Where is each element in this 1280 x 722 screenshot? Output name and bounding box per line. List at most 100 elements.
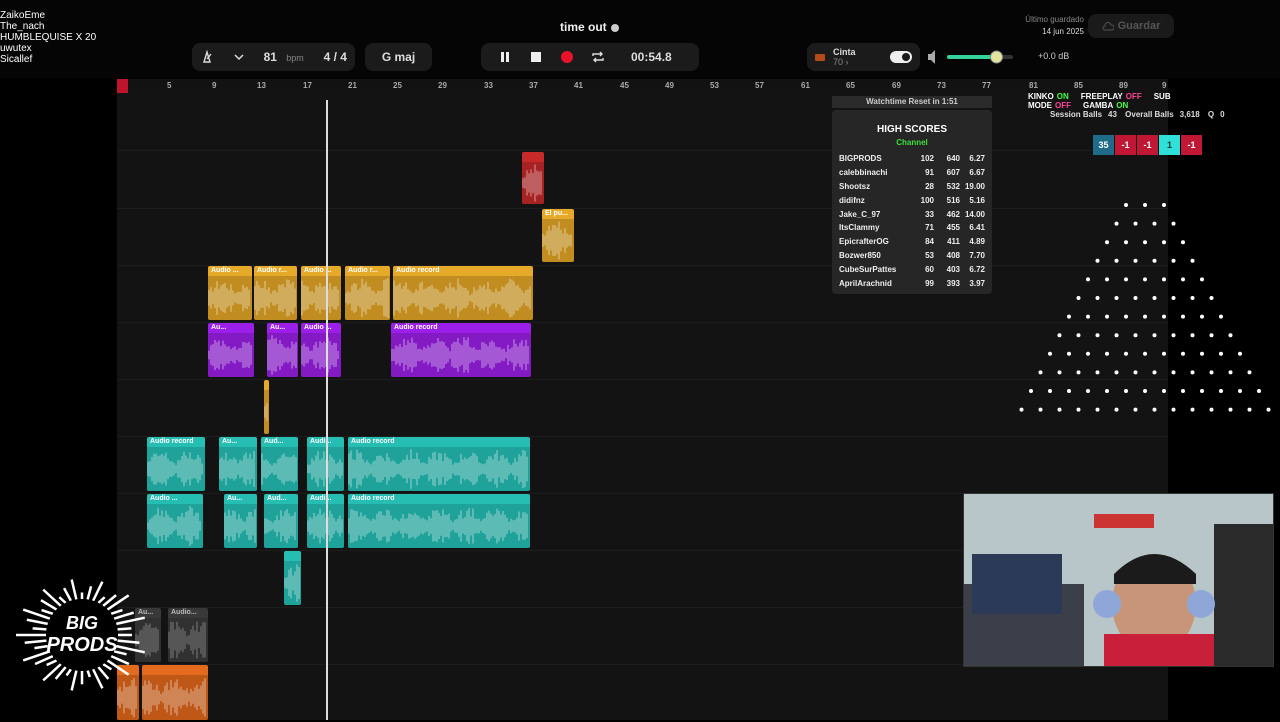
audio-clip[interactable]: Audio ... <box>147 494 203 548</box>
plinko-peg <box>1105 314 1109 319</box>
plinko-peg <box>1143 240 1147 245</box>
plinko-peg <box>1086 314 1090 319</box>
score-cell: BIGPRODS <box>839 154 882 164</box>
tape-value[interactable]: 70 › <box>833 57 856 67</box>
audio-clip[interactable] <box>264 380 269 434</box>
plinko-peg <box>1095 370 1100 375</box>
audio-clip[interactable]: Audio r... <box>254 266 297 320</box>
song-title-text: time out <box>560 20 607 34</box>
song-title[interactable]: time out <box>560 20 619 34</box>
audio-clip[interactable]: Au... <box>208 323 254 377</box>
clip-label: Au... <box>227 495 243 502</box>
score-row: AprilArachnid 99 393 3.97 <box>839 276 985 290</box>
audio-clip[interactable] <box>284 551 301 605</box>
plinko-peg <box>1038 407 1043 412</box>
time-signature[interactable]: 4 / 4 <box>324 50 347 64</box>
timeline-ruler[interactable]: 1591317212529333741454953576165697377818… <box>117 79 1168 93</box>
waveform <box>301 276 341 320</box>
stop-button[interactable] <box>520 43 551 71</box>
bar-number: 77 <box>982 81 991 90</box>
score-cell: calebbinachi <box>839 168 888 178</box>
audio-clip[interactable]: El pu... <box>542 209 574 262</box>
waveform <box>348 504 530 548</box>
score-cell: ItsClammy <box>839 223 880 233</box>
plinko-peg <box>1143 351 1147 356</box>
audio-clip[interactable]: Audio ... <box>301 323 341 377</box>
bucket-cell: 1 <box>1159 135 1180 155</box>
score-cell: 393 <box>946 278 960 288</box>
waveform <box>219 447 257 491</box>
audio-clip[interactable]: Audio record <box>393 266 533 320</box>
score-cell: 33 <box>925 209 934 219</box>
viewer-name: ZaikoEme <box>0 10 46 21</box>
audio-clip[interactable]: Audio record <box>348 437 530 491</box>
plinko-peg <box>1162 351 1166 356</box>
playhead[interactable] <box>326 100 328 720</box>
score-cell: 403 <box>946 264 960 274</box>
audio-clip[interactable]: Aud... <box>261 437 298 491</box>
record-button[interactable] <box>551 43 582 71</box>
loop-icon <box>591 51 604 63</box>
metronome-icon[interactable] <box>200 50 214 64</box>
bar-number: 53 <box>710 81 719 90</box>
audio-clip[interactable]: Au... <box>219 437 257 491</box>
loop-button[interactable] <box>582 43 613 71</box>
audio-clip[interactable]: Au... <box>267 323 298 377</box>
bar-number: 69 <box>892 81 901 90</box>
plinko-peg <box>1038 370 1043 375</box>
chevron-down-icon[interactable] <box>234 53 244 61</box>
clip-label: Audi... <box>310 495 332 502</box>
plinko-peg <box>1171 221 1176 226</box>
track-lane[interactable] <box>117 664 1168 722</box>
clip-label: Aud... <box>264 438 284 445</box>
loop-start-marker[interactable] <box>117 79 128 93</box>
score-cell: Shootsz <box>839 181 871 191</box>
plinko-peg <box>1105 351 1109 356</box>
waveform <box>345 276 390 320</box>
audio-clip[interactable]: Audio record <box>147 437 205 491</box>
key-selector[interactable]: G maj <box>365 43 432 71</box>
toggle-name: KINKO <box>1028 92 1054 101</box>
plinko-peg <box>1190 407 1195 412</box>
plinko-peg <box>1171 296 1176 300</box>
big-prods-logo: BIG PRODS <box>16 579 146 691</box>
audio-clip[interactable]: Au... <box>224 494 257 548</box>
cloud-upload-icon <box>1102 21 1114 31</box>
pause-button[interactable] <box>489 43 520 71</box>
audio-clip[interactable]: Audio ... <box>301 266 341 320</box>
audio-clip[interactable]: Audio record <box>348 494 530 548</box>
clip-label: Au... <box>211 324 227 331</box>
stop-icon <box>530 52 541 62</box>
plinko-peg <box>1209 296 1214 300</box>
audio-clip[interactable]: Audio record <box>391 323 531 377</box>
save-button[interactable]: Guardar <box>1088 14 1174 38</box>
audio-clip[interactable] <box>522 152 544 204</box>
plinko-peg <box>1076 333 1081 338</box>
bar-number: 9 <box>212 81 217 90</box>
audio-clip[interactable]: Audio r... <box>345 266 390 320</box>
bar-number: 41 <box>574 81 583 90</box>
plinko-peg <box>1181 314 1185 319</box>
clip-label: Audio ... <box>150 495 178 502</box>
audio-clip[interactable]: Aud... <box>264 494 298 548</box>
session-balls-label: Session Balls <box>1050 110 1103 119</box>
tape-toggle[interactable] <box>890 51 912 63</box>
plinko-peg <box>1048 351 1052 356</box>
plinko-peg <box>1105 277 1109 282</box>
plinko-peg <box>1266 407 1271 412</box>
audio-clip[interactable]: Audio ... <box>208 266 252 320</box>
audio-clip[interactable]: Audio... <box>168 608 208 662</box>
bar-number: 13 <box>257 81 266 90</box>
waveform <box>224 504 257 548</box>
plinko-peg <box>1181 277 1185 282</box>
plinko-peg <box>1114 407 1119 412</box>
score-row: CubeSurPattes 60 403 6.72 <box>839 262 985 276</box>
bar-number: 89 <box>1119 81 1128 90</box>
mode-toggle: GAMBA ON <box>1083 101 1134 110</box>
mode-toggle: FREEPLAY OFF <box>1081 92 1148 101</box>
plinko-peg <box>1086 389 1090 393</box>
volume-slider-knob <box>990 50 1003 64</box>
clip-label: Audio ... <box>211 267 239 274</box>
plinko-peg <box>1152 333 1157 338</box>
bpm-field[interactable]: 81 bpm <box>264 50 304 64</box>
